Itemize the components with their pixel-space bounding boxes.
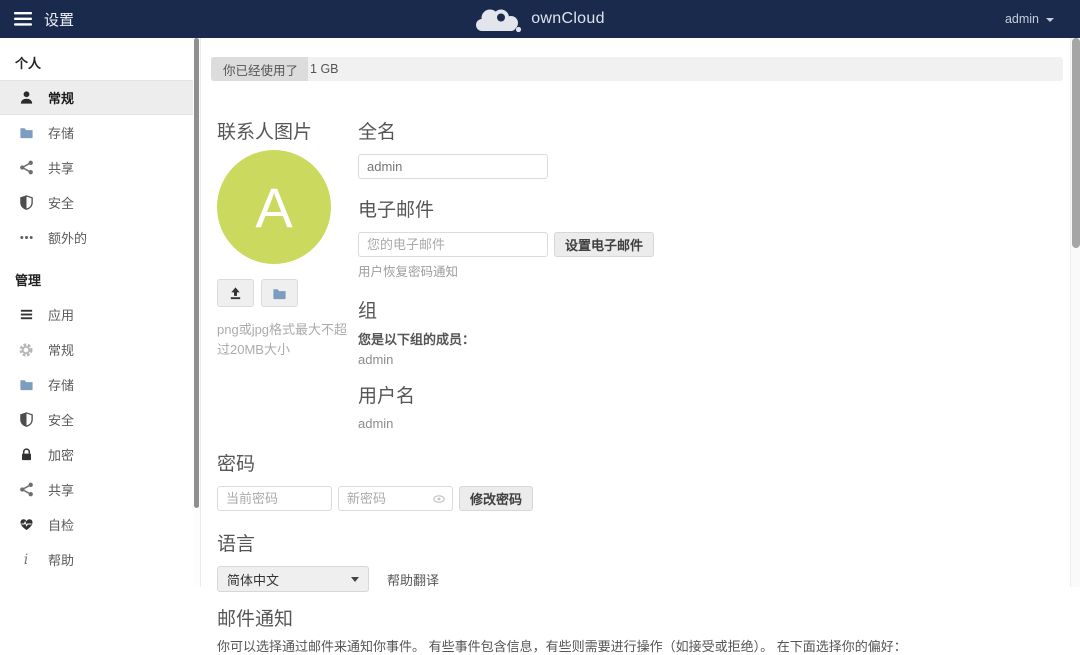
sidebar-item-label: 常规 bbox=[48, 88, 74, 107]
sidebar-item-label: 应用 bbox=[48, 305, 74, 324]
logo-text: ownCloud bbox=[531, 10, 605, 28]
sidebar-item-label: 额外的 bbox=[48, 228, 87, 247]
user-icon bbox=[18, 90, 34, 106]
shield-icon bbox=[18, 412, 34, 428]
profile-section: 联系人图片 A png或jpg格式最大不超过20MB大小 全名 电子邮件 bbox=[201, 117, 1070, 431]
fullname-input[interactable] bbox=[358, 154, 548, 179]
sidebar-item-admin-apps[interactable]: 应用 bbox=[0, 297, 200, 332]
groups-member-label: 您是以下组的成员： bbox=[358, 329, 1070, 348]
sidebar-item-label: 存储 bbox=[48, 123, 74, 142]
show-password-icon[interactable] bbox=[432, 492, 446, 511]
language-heading: 语言 bbox=[217, 529, 1070, 556]
owncloud-logo[interactable]: ownCloud bbox=[320, 4, 760, 34]
user-menu-label: admin bbox=[1005, 12, 1039, 26]
upload-avatar-button[interactable] bbox=[217, 279, 254, 307]
list-icon bbox=[18, 307, 34, 323]
sidebar-item-label: 安全 bbox=[48, 410, 74, 429]
select-from-files-button[interactable] bbox=[261, 279, 298, 307]
sidebar-section-admin: 管理 bbox=[0, 255, 200, 297]
sidebar-item-personal-storage[interactable]: 存储 bbox=[0, 115, 200, 150]
ellipsis-icon bbox=[18, 230, 34, 246]
fullname-heading: 全名 bbox=[358, 117, 1070, 144]
chevron-down-icon bbox=[351, 577, 359, 582]
quota-used-segment: 你已经使用了 bbox=[211, 57, 308, 81]
window-scrollbar-thumb[interactable] bbox=[1072, 38, 1080, 248]
info-icon: i bbox=[18, 552, 34, 568]
sidebar-item-admin-encryption[interactable]: 加密 bbox=[0, 437, 200, 472]
avatar-letter: A bbox=[255, 175, 292, 240]
upload-icon bbox=[228, 286, 243, 301]
settings-content: 你已经使用了 1 GB 联系人图片 A png或jpg格式最大不超过20MB大小… bbox=[200, 38, 1070, 587]
cloud-logo-icon bbox=[475, 4, 522, 34]
avatar-upload-hint: png或jpg格式最大不超过20MB大小 bbox=[217, 320, 357, 359]
email-input[interactable] bbox=[358, 232, 548, 257]
top-header-bar: 设置 ownCloud admin bbox=[0, 0, 1080, 38]
quota-bar: 你已经使用了 1 GB bbox=[211, 57, 1063, 81]
share-icon bbox=[18, 160, 34, 176]
avatar: A bbox=[217, 150, 331, 264]
email-heading: 电子邮件 bbox=[358, 195, 1070, 222]
password-section: 密码 修改密码 bbox=[201, 449, 1070, 511]
current-password-input[interactable] bbox=[217, 486, 332, 511]
sidebar-item-label: 加密 bbox=[48, 445, 74, 464]
sidebar-item-admin-selfcheck[interactable]: 自检 bbox=[0, 507, 200, 542]
app-menu-icon[interactable] bbox=[14, 12, 32, 26]
set-email-button[interactable]: 设置电子邮件 bbox=[554, 232, 654, 257]
sidebar-item-label: 共享 bbox=[48, 158, 74, 177]
sidebar-item-admin-sharing[interactable]: 共享 bbox=[0, 472, 200, 507]
help-translate-link[interactable]: 帮助翻译 bbox=[387, 570, 439, 589]
lock-icon bbox=[18, 447, 34, 463]
window-scrollbar bbox=[1070, 38, 1080, 587]
sidebar-item-label: 共享 bbox=[48, 480, 74, 499]
user-menu[interactable]: admin bbox=[760, 12, 1080, 26]
email-notifications-section: 邮件通知 你可以选择通过邮件来通知你事件。 有些事件包含信息，有些则需要进行操作… bbox=[201, 604, 1070, 655]
quota-used-label: 你已经使用了 bbox=[223, 60, 298, 79]
hamburger-icon bbox=[14, 12, 32, 26]
folder-icon bbox=[272, 286, 287, 301]
sidebar-item-personal-sharing[interactable]: 共享 bbox=[0, 150, 200, 185]
sidebar-item-admin-help[interactable]: i 帮助 bbox=[0, 542, 200, 577]
username-value: admin bbox=[358, 416, 1070, 431]
sidebar-item-label: 存储 bbox=[48, 375, 74, 394]
settings-sidebar: 个人 常规 存储 共享 安全 额外的 管理 应用 bbox=[0, 38, 200, 587]
username-heading: 用户名 bbox=[358, 381, 1070, 408]
page-title: 设置 bbox=[44, 9, 74, 30]
sidebar-item-label: 自检 bbox=[48, 515, 74, 534]
sidebar-item-admin-storage[interactable]: 存储 bbox=[0, 367, 200, 402]
sidebar-scrollbar-thumb[interactable] bbox=[194, 38, 199, 508]
chevron-down-icon bbox=[1046, 18, 1054, 22]
sidebar-scrollbar bbox=[193, 38, 200, 587]
folder-icon bbox=[18, 125, 34, 141]
share-icon bbox=[18, 482, 34, 498]
folder-icon bbox=[18, 377, 34, 393]
gear-icon bbox=[18, 342, 34, 358]
change-password-button[interactable]: 修改密码 bbox=[459, 486, 533, 511]
language-selected-option: 简体中文 bbox=[227, 570, 279, 589]
shield-icon bbox=[18, 195, 34, 211]
email-notifications-description: 你可以选择通过邮件来通知你事件。 有些事件包含信息，有些则需要进行操作（如接受或… bbox=[217, 636, 1070, 655]
contact-picture-heading: 联系人图片 bbox=[217, 117, 358, 144]
language-section: 语言 简体中文 帮助翻译 bbox=[201, 529, 1070, 592]
sidebar-item-label: 帮助 bbox=[48, 550, 74, 569]
sidebar-item-personal-security[interactable]: 安全 bbox=[0, 185, 200, 220]
groups-heading: 组 bbox=[358, 296, 1070, 323]
password-heading: 密码 bbox=[217, 449, 1070, 476]
sidebar-item-personal-additional[interactable]: 额外的 bbox=[0, 220, 200, 255]
quota-total-value: 1 GB bbox=[308, 62, 339, 76]
email-hint: 用户恢复密码通知 bbox=[358, 261, 1070, 280]
sidebar-item-label: 安全 bbox=[48, 193, 74, 212]
heartbeat-icon bbox=[18, 517, 34, 533]
sidebar-item-admin-general[interactable]: 常规 bbox=[0, 332, 200, 367]
sidebar-item-admin-security[interactable]: 安全 bbox=[0, 402, 200, 437]
email-notifications-heading: 邮件通知 bbox=[217, 604, 1070, 631]
sidebar-item-label: 常规 bbox=[48, 340, 74, 359]
sidebar-section-personal: 个人 bbox=[0, 38, 200, 80]
language-select[interactable]: 简体中文 bbox=[217, 566, 369, 592]
sidebar-item-personal-general[interactable]: 常规 bbox=[0, 80, 200, 115]
groups-value: admin bbox=[358, 352, 1070, 367]
